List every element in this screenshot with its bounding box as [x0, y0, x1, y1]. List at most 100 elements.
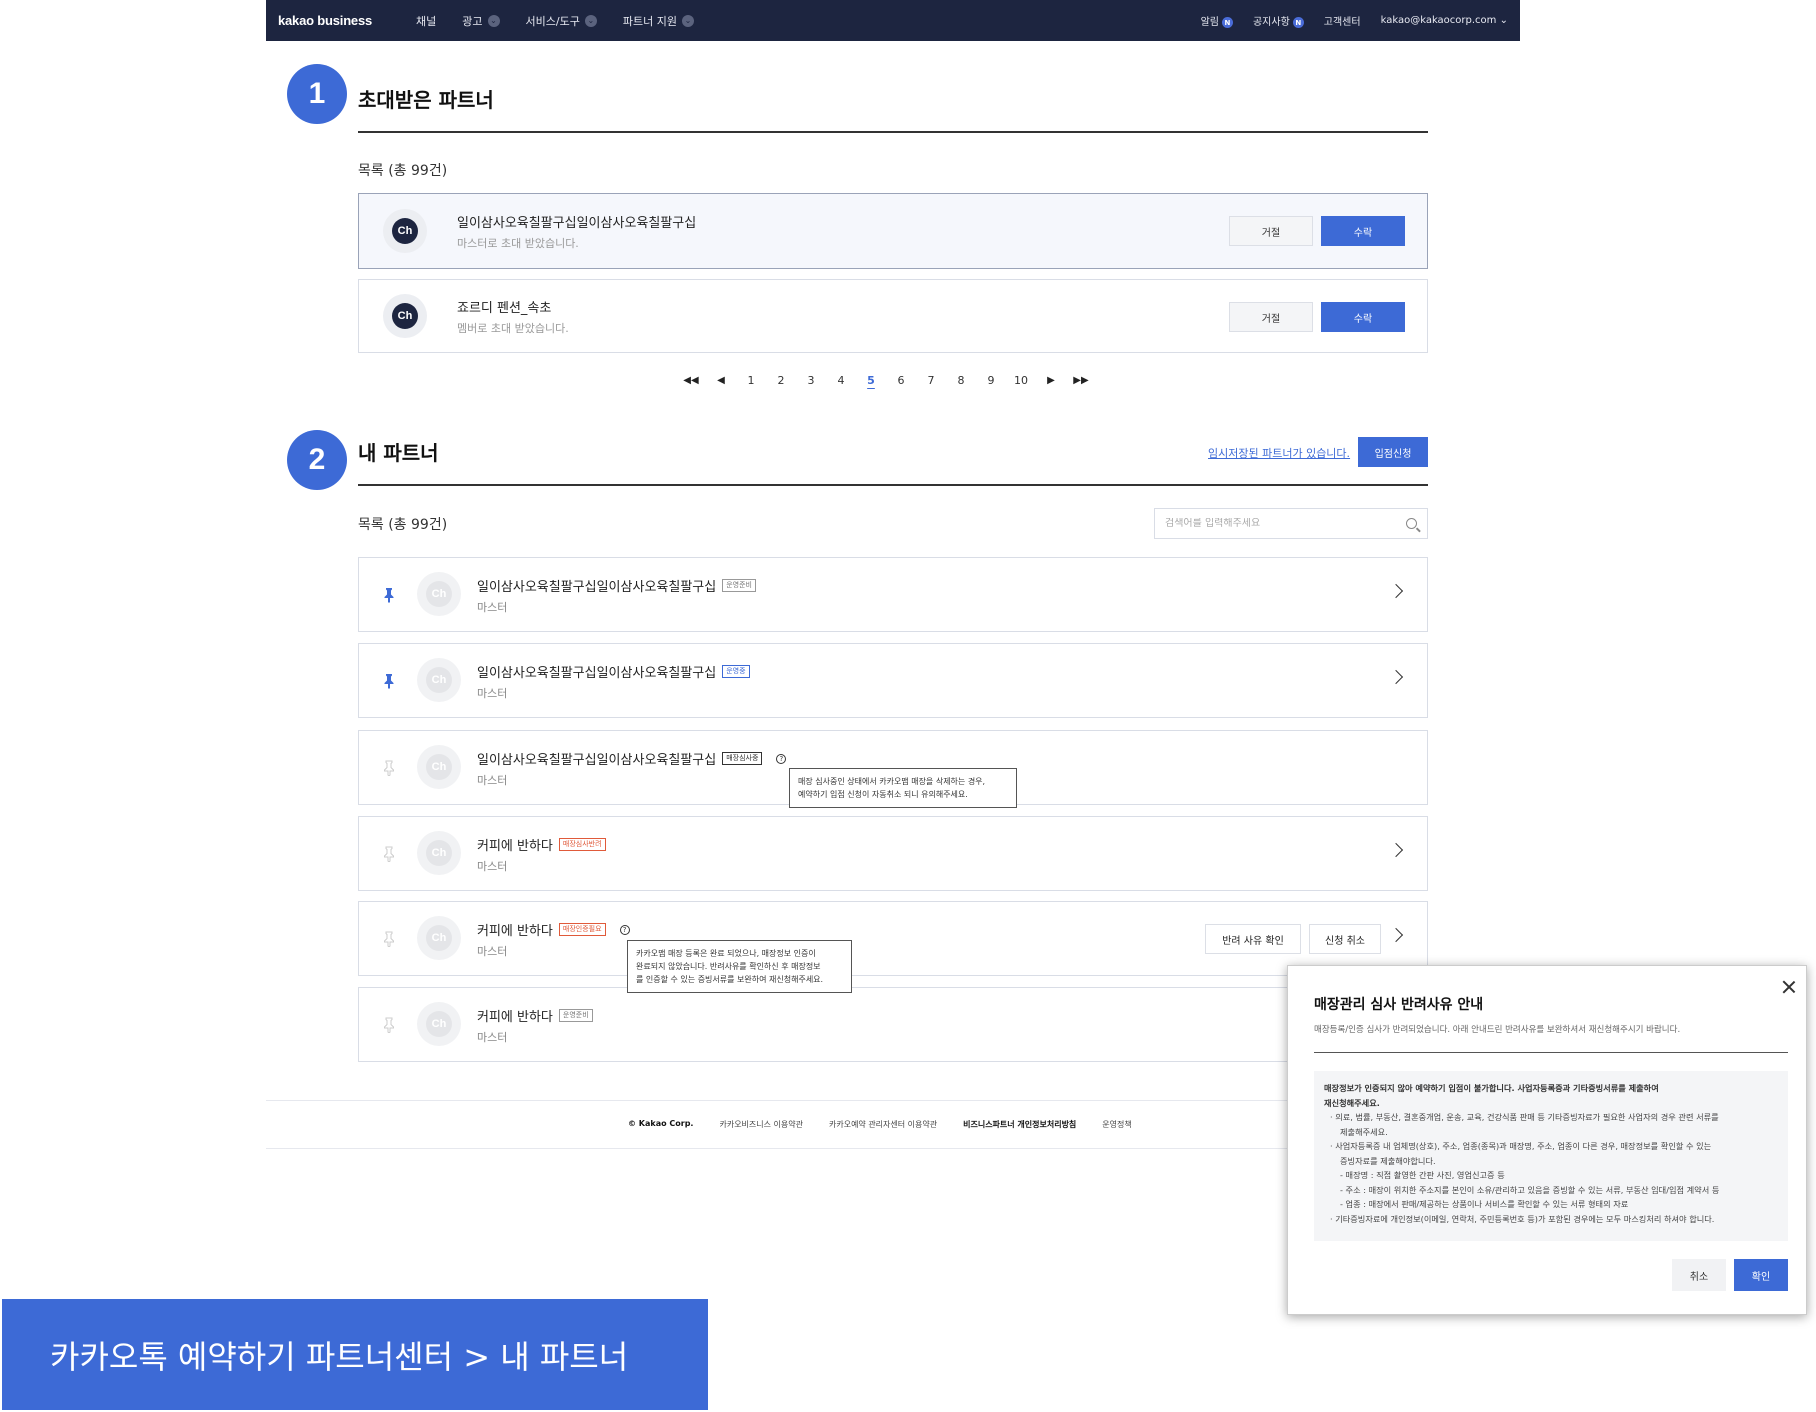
kakao-business-logo[interactable]: kakao business [278, 13, 372, 28]
partner-name: 일이삼사오육칠팔구십일이삼사오육칠팔구십 [477, 666, 717, 681]
footer-link-privacy[interactable]: 비즈니스파트너 개인정보처리방침 [963, 1119, 1076, 1130]
my-partner-list-count: 목록 (총 99건) [358, 517, 448, 533]
pin-icon[interactable] [383, 587, 395, 603]
accept-button[interactable]: 수락 [1321, 302, 1405, 332]
invite-role-text: 멤버로 초대 받았습니다. [457, 321, 569, 335]
first-page-icon[interactable]: ◀◀ [676, 375, 706, 386]
accept-button[interactable]: 수락 [1321, 216, 1405, 246]
partner-name-line: 일이삼사오육칠팔구십일이삼사오육칠팔구십 운영중 [477, 662, 750, 681]
partner-name-line: 커피에 반하다 운영준비 [477, 1006, 593, 1025]
nav-support[interactable]: 고객센터 [1324, 13, 1361, 28]
partner-name-line: 커피에 반하다 매장인증필요? [477, 920, 630, 939]
pin-icon[interactable] [383, 673, 395, 689]
partner-name: 커피에 반하다 [477, 839, 553, 854]
channel-icon: Ch [417, 572, 461, 616]
modal-confirm-button[interactable]: 확인 [1734, 1259, 1788, 1291]
channel-icon: Ch [417, 745, 461, 789]
help-icon[interactable]: ? [776, 753, 787, 764]
last-page-icon[interactable]: ▶▶ [1066, 375, 1096, 386]
nav-alerts[interactable]: 알림 N [1201, 13, 1233, 29]
next-page-icon[interactable]: ▶ [1036, 375, 1066, 386]
reason-bullet: 제출해주세요. [1340, 1126, 1388, 1137]
channel-icon: Ch [417, 831, 461, 875]
tooltip-line: 매장 심사중인 상태에서 카카오맵 매장을 삭제하는 경우, [798, 777, 986, 786]
partner-role: 마스터 [477, 860, 508, 873]
caption-banner: 카카오톡 예약하기 파트너센터 > 내 파트너 [2, 1299, 708, 1410]
nav-channel[interactable]: 채널 [416, 13, 436, 29]
reason-bullet: · 기타증빙자료에 개인정보(이메일, 연락처, 주민등록번호 등)가 포함된 … [1330, 1213, 1715, 1224]
chevron-down-icon: ⌄ [487, 14, 500, 27]
pin-outline-icon[interactable] [383, 931, 395, 947]
page-link-current[interactable]: 5 [856, 374, 886, 387]
page-link[interactable]: 6 [886, 374, 916, 387]
search-input[interactable] [1165, 518, 1395, 529]
chevron-right-icon[interactable] [1388, 927, 1404, 943]
reject-button[interactable]: 거절 [1229, 216, 1313, 246]
top-nav-right: 알림 N 공지사항 N 고객센터 kakao@kakaocorp.com ⌄ [1201, 13, 1508, 29]
footer-link-terms[interactable]: 카카오비즈니스 이용약관 [719, 1119, 803, 1130]
partner-name: 일이삼사오육칠팔구십일이삼사오육칠팔구십 [477, 753, 717, 768]
pin-outline-icon[interactable] [383, 760, 395, 776]
page-link[interactable]: 1 [736, 374, 766, 387]
nav-ads[interactable]: 광고 ⌄ [462, 13, 500, 29]
pagination: ◀◀ ◀ 1 2 3 4 5 6 7 8 9 10 ▶ ▶▶ [676, 374, 1096, 387]
partner-row[interactable]: Ch 커피에 반하다 매장심사반려 마스터 [358, 816, 1428, 891]
partner-role: 마스터 [477, 945, 508, 958]
partner-row[interactable]: Ch 일이삼사오육칠팔구십일이삼사오육칠팔구십 운영준비 마스터 [358, 557, 1428, 632]
partner-name-line: 일이삼사오육칠팔구십일이삼사오육칠팔구십 매장심사중? [477, 749, 787, 768]
reject-button[interactable]: 거절 [1229, 302, 1313, 332]
nav-channel-label: 채널 [416, 14, 437, 28]
nav-ads-label: 광고 [462, 14, 483, 28]
partner-row[interactable]: Ch 커피에 반하다 매장인증필요? 마스터 반려 사유 확인 신청 취소 [358, 901, 1428, 976]
modal-cancel-button[interactable]: 취소 [1672, 1259, 1726, 1291]
chevron-right-icon[interactable] [1388, 583, 1404, 599]
nav-services-label: 서비스/도구 [525, 14, 580, 28]
page-link[interactable]: 4 [826, 374, 856, 387]
chevron-right-icon[interactable] [1388, 669, 1404, 685]
temp-saved-partner-link[interactable]: 임시저장된 파트너가 있습니다. [1208, 445, 1350, 461]
partner-role: 마스터 [477, 1031, 508, 1044]
invite-card[interactable]: Ch 일이삼사오육칠팔구십일이삼사오육칠팔구십 마스터로 초대 받았습니다. 거… [358, 193, 1428, 269]
reason-headline: 매장정보가 인증되지 않아 예약하기 입점이 불가합니다. 사업자등록증과 기타… [1324, 1083, 1659, 1093]
modal-title: 매장관리 심사 반려사유 안내 [1314, 997, 1484, 1013]
partner-name-line: 일이삼사오육칠팔구십일이삼사오육칠팔구십 운영준비 [477, 576, 756, 595]
page-link[interactable]: 9 [976, 374, 1006, 387]
pin-outline-icon[interactable] [383, 846, 395, 862]
invite-card[interactable]: Ch 죠르디 펜션_속초 멤버로 초대 받았습니다. 거절 수락 [358, 279, 1428, 353]
footer-link-admin-terms[interactable]: 카카오예약 관리자센터 이용약관 [829, 1119, 937, 1130]
cancel-application-button[interactable]: 신청 취소 [1309, 924, 1381, 954]
apply-store-button[interactable]: 입점신청 [1358, 437, 1428, 467]
close-icon[interactable] [1782, 980, 1796, 994]
search-icon[interactable] [1406, 518, 1417, 529]
page-link[interactable]: 2 [766, 374, 796, 387]
partner-row[interactable]: Ch 커피에 반하다 운영준비 마스터 [358, 987, 1428, 1062]
reason-headline: 재신청해주세요. [1324, 1097, 1380, 1108]
pin-outline-icon[interactable] [383, 1017, 395, 1033]
reject-reason-box: 매장정보가 인증되지 않아 예약하기 입점이 불가합니다. 사업자등록증과 기타… [1314, 1071, 1788, 1241]
screen: { "topnav": { "logo": "kakao business", … [0, 0, 1816, 1412]
chevron-right-icon[interactable] [1388, 842, 1404, 858]
footer: © Kakao Corp. 카카오비즈니스 이용약관 카카오예약 관리자센터 이… [628, 1119, 1132, 1130]
tooltip-line: 예약하기 입점 신청이 자동취소 되니 유의해주세요. [798, 790, 968, 799]
page-link[interactable]: 8 [946, 374, 976, 387]
prev-page-icon[interactable]: ◀ [706, 375, 736, 386]
account-menu[interactable]: kakao@kakaocorp.com ⌄ [1381, 15, 1508, 26]
nav-partner-support[interactable]: 파트너 지원 ⌄ [623, 13, 694, 29]
partner-row[interactable]: Ch 일이삼사오육칠팔구십일이삼사오육칠팔구십 운영중 마스터 [358, 643, 1428, 718]
status-badge: 운영준비 [558, 1009, 593, 1022]
help-icon[interactable]: ? [619, 924, 630, 935]
footer-link-policy[interactable]: 운영정책 [1102, 1119, 1131, 1130]
reject-reason-button[interactable]: 반려 사유 확인 [1205, 924, 1301, 954]
section-divider [358, 484, 1428, 486]
section-title-my-partners: 내 파트너 [358, 441, 439, 465]
nav-services[interactable]: 서비스/도구 ⌄ [526, 13, 597, 29]
chevron-down-icon: ⌄ [1499, 15, 1508, 26]
page-link[interactable]: 7 [916, 374, 946, 387]
page-link[interactable]: 10 [1006, 374, 1036, 387]
step-2-badge: 2 [287, 430, 347, 490]
page-link[interactable]: 3 [796, 374, 826, 387]
channel-icon: Ch [383, 294, 427, 338]
reason-bullet: · 의료, 법률, 부동산, 결혼중개업, 운송, 교육, 건강식품 판매 등 … [1330, 1112, 1719, 1122]
step-1-badge: 1 [287, 64, 347, 124]
nav-notices[interactable]: 공지사항 N [1253, 13, 1304, 29]
